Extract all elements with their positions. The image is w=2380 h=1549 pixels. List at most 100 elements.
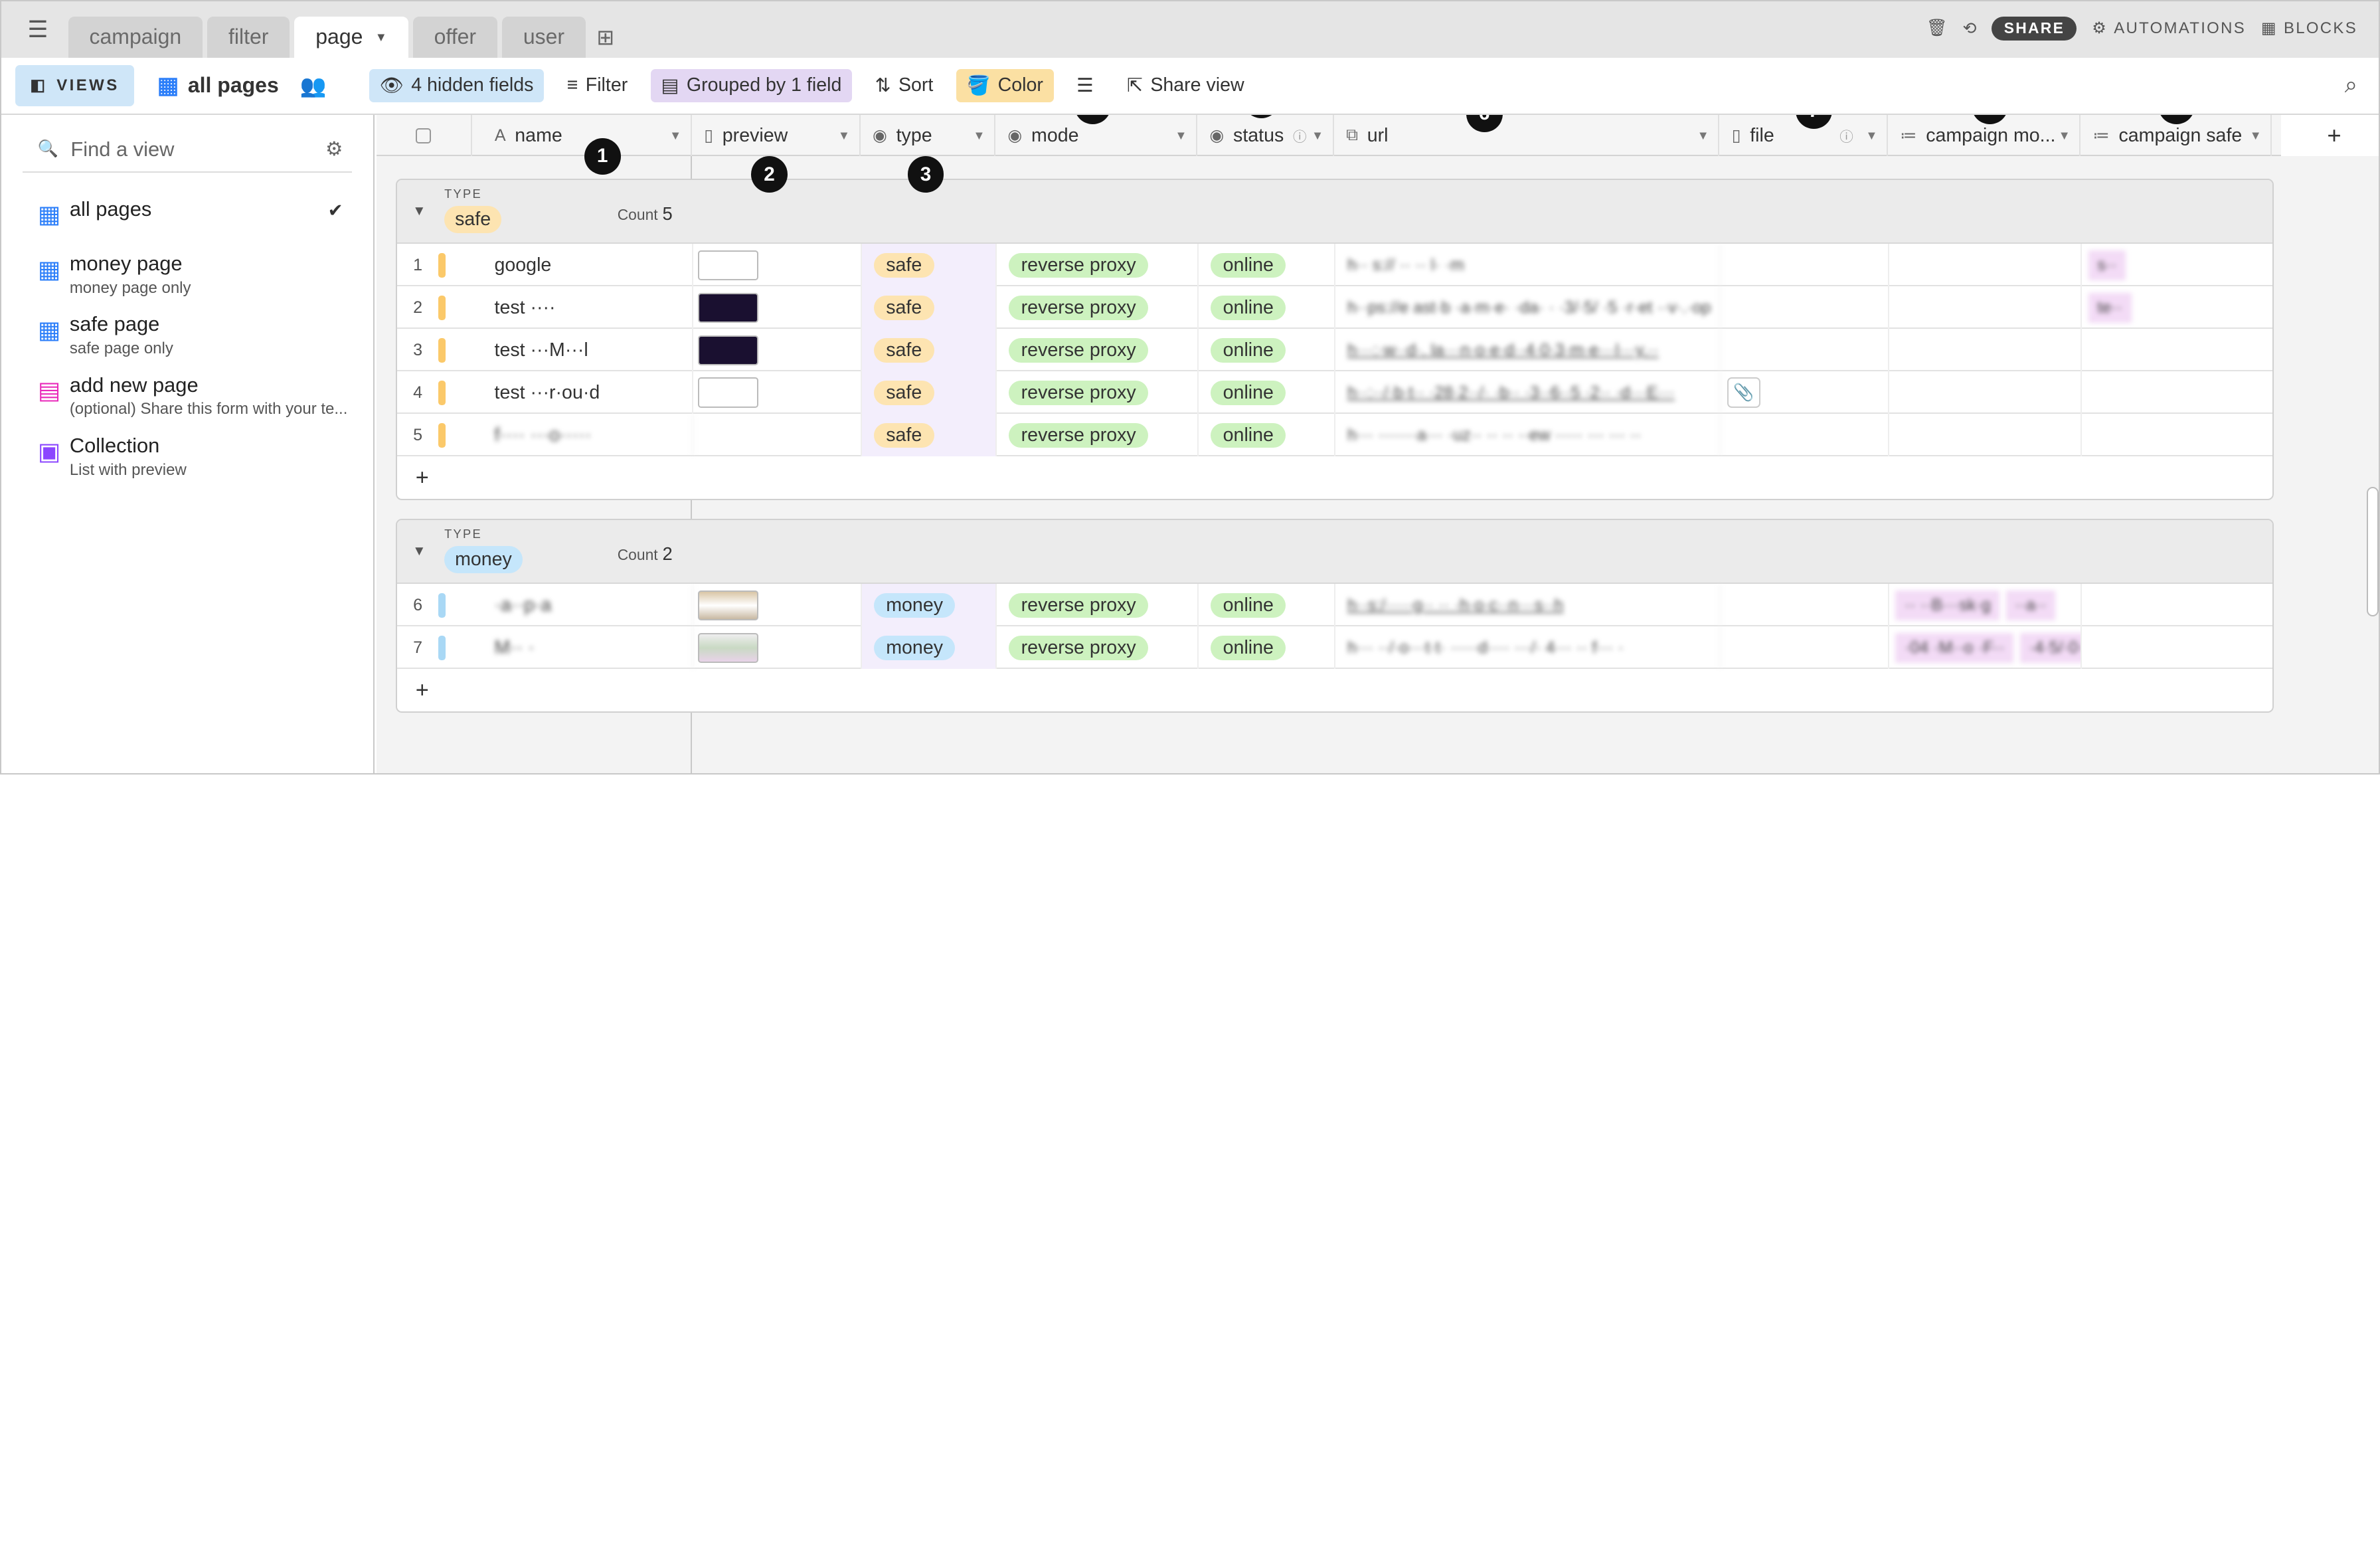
view-switcher[interactable]: ▦ all pages 👥 [157, 72, 327, 99]
url-cell[interactable]: h···:·w··d·. la···n·o·e·d··4·0·3·m·e···l… [1335, 329, 1721, 372]
column-type[interactable]: ◉ type ▼ [861, 115, 996, 157]
linked-chip[interactable]: ·4·5/·0·· [2019, 632, 2081, 664]
table-row[interactable]: 4 test ···r·ou·d safe reverse proxy onli… [397, 371, 2272, 414]
chevron-down-icon[interactable]: ▼ [1312, 128, 1323, 143]
name-cell[interactable]: test ···r·ou·d [484, 371, 693, 414]
chevron-down-icon[interactable]: ▼ [973, 128, 985, 143]
campaign-safe-cell[interactable] [2082, 584, 2272, 626]
chevron-down-icon[interactable]: ▼ [2059, 128, 2071, 143]
url-cell[interactable]: h··· ·······a··· ·uz·· ·· ·· ··ew ····· … [1335, 414, 1721, 457]
table-row[interactable]: 1 google safe reverse proxy online h·· s… [397, 244, 2272, 287]
sort-button[interactable]: ⇅ Sort [865, 69, 944, 102]
paperclip-icon[interactable]: 📎 [1727, 377, 1760, 409]
preview-cell[interactable] [693, 626, 862, 670]
linked-chip[interactable]: te·· [2088, 292, 2132, 323]
type-cell[interactable]: safe [861, 371, 997, 414]
file-cell[interactable] [1721, 584, 1890, 627]
blocks-button[interactable]: ▦ BLOCKS [2261, 19, 2357, 38]
campaign-safe-cell[interactable] [2082, 371, 2272, 414]
preview-cell[interactable] [693, 371, 862, 414]
color-button[interactable]: 🪣 Color [956, 68, 1054, 103]
sidebar-item-money-page[interactable]: ▦ money page money page only [1, 242, 373, 297]
campaign-safe-cell[interactable]: te·· [2082, 286, 2272, 329]
name-cell[interactable]: test ···· [484, 286, 693, 329]
mode-cell[interactable]: reverse proxy [997, 584, 1199, 627]
mode-cell[interactable]: reverse proxy [997, 414, 1199, 457]
group-button[interactable]: ▤ Grouped by 1 field [650, 68, 853, 103]
find-view-input[interactable]: 🔍 Find a view ⚙ [22, 128, 353, 173]
tab-offer[interactable]: offer [412, 16, 498, 58]
sidebar-item-safe-page[interactable]: ▦ safe page safe page only [1, 304, 373, 358]
share-button[interactable]: SHARE [1992, 16, 2077, 41]
column-preview[interactable]: ▯ preview ▼ [692, 115, 861, 157]
tab-campaign[interactable]: campaign [68, 16, 203, 58]
status-cell[interactable]: online [1199, 286, 1335, 329]
campaign-safe-cell[interactable] [2082, 414, 2272, 456]
chevron-down-icon[interactable]: ▼ [1865, 128, 1877, 143]
table-row[interactable]: 2 test ···· safe reverse proxy online h·… [397, 286, 2272, 329]
preview-cell[interactable] [693, 329, 862, 372]
url-cell[interactable]: h··· ··/·o···t·t· ·····d···· ···/· 4··· … [1335, 626, 1721, 670]
sidebar-item-add-new-page[interactable]: ▤ add new page (optional) Share this form… [1, 364, 373, 418]
chevron-down-icon[interactable]: ▼ [375, 30, 387, 45]
chevron-down-icon[interactable]: ▼ [838, 128, 850, 143]
gear-icon[interactable]: ⚙ [325, 137, 343, 161]
hide-fields-button[interactable]: 👁 4 hidden fields [369, 68, 545, 103]
name-cell[interactable]: ·a··p·a [484, 584, 693, 627]
row-height-button[interactable]: ☰ [1066, 69, 1104, 102]
campaign-safe-cell[interactable] [2082, 329, 2272, 371]
search-icon[interactable]: ⌕ [2345, 72, 2357, 98]
file-cell[interactable] [1721, 414, 1890, 457]
mode-cell[interactable]: reverse proxy [997, 329, 1199, 372]
share-view-button[interactable]: ⇱ Share view [1116, 69, 1255, 102]
name-cell[interactable]: test ···M···l [484, 329, 693, 372]
thumbnail-image[interactable] [697, 590, 759, 621]
table-row[interactable]: 5 f···· ···o····· safe reverse proxy onl… [397, 414, 2272, 457]
name-cell[interactable]: f···· ···o····· [484, 414, 693, 457]
vertical-scrollbar[interactable] [2366, 487, 2379, 616]
name-cell[interactable]: M·· · [484, 626, 693, 670]
preview-cell[interactable] [693, 414, 862, 457]
collapse-triangle-icon[interactable]: ▼ [412, 543, 426, 559]
tab-filter[interactable]: filter [207, 16, 290, 58]
file-cell[interactable] [1721, 286, 1890, 329]
mode-cell[interactable]: reverse proxy [997, 371, 1199, 414]
linked-chip[interactable]: ·04 ·M··o ·F·· [1895, 632, 2014, 664]
url-cell[interactable]: h··s:/·····g·· ·· ·h·o·c··n···s··h [1335, 584, 1721, 627]
group-header[interactable]: ▼ TYPE money Count 2 [397, 520, 2272, 585]
automations-button[interactable]: ⚙ AUTOMATIONS [2092, 19, 2246, 38]
chevron-down-icon[interactable]: ▼ [1175, 128, 1187, 143]
file-cell[interactable] [1721, 626, 1890, 670]
collaborators-icon[interactable]: 👥 [300, 73, 327, 98]
file-cell[interactable]: 📎 [1721, 371, 1890, 414]
table-row[interactable]: 3 test ···M···l safe reverse proxy onlin… [397, 329, 2272, 372]
table-row[interactable]: 7 M·· · money reverse proxy online h··· … [397, 626, 2272, 670]
status-cell[interactable]: online [1199, 414, 1335, 457]
url-cell[interactable]: h·· s:// ·· ·· l· ·m [1335, 244, 1721, 287]
type-cell[interactable]: safe [861, 329, 997, 372]
column-status[interactable]: ◉ status ⓘ ▼ [1197, 115, 1334, 157]
select-all-checkbox[interactable] [377, 115, 472, 157]
campaign-money-cell[interactable]: ·· ··B···sk·g ··a·· [1889, 584, 2082, 627]
type-cell[interactable]: safe [861, 244, 997, 287]
campaign-money-cell[interactable] [1889, 414, 2082, 457]
add-field-button[interactable]: + [2281, 115, 2379, 157]
campaign-money-cell[interactable] [1889, 371, 2082, 414]
file-cell[interactable] [1721, 329, 1890, 372]
tab-page[interactable]: page ▼ [294, 16, 408, 58]
preview-cell[interactable] [693, 286, 862, 329]
info-icon[interactable]: ⓘ [1293, 126, 1307, 145]
table-row[interactable]: 6 ·a··p·a money reverse proxy online h··… [397, 584, 2272, 627]
thumbnail-image[interactable] [697, 335, 759, 366]
trash-icon[interactable]: 🗑 [1926, 19, 1948, 38]
campaign-safe-cell[interactable] [2082, 626, 2272, 669]
linked-chip[interactable]: ·· ··B···sk·g [1895, 590, 2000, 621]
add-record-button[interactable]: + [397, 669, 2272, 711]
filter-button[interactable]: ≡ Filter [556, 69, 639, 102]
chevron-down-icon[interactable]: ▼ [669, 128, 681, 143]
group-header[interactable]: ▼ TYPE safe Count 5 [397, 180, 2272, 244]
status-cell[interactable]: online [1199, 371, 1335, 414]
chevron-down-icon[interactable]: ▼ [1697, 128, 1709, 143]
add-record-button[interactable]: + [397, 456, 2272, 499]
campaign-safe-cell[interactable]: s·· [2082, 244, 2272, 286]
